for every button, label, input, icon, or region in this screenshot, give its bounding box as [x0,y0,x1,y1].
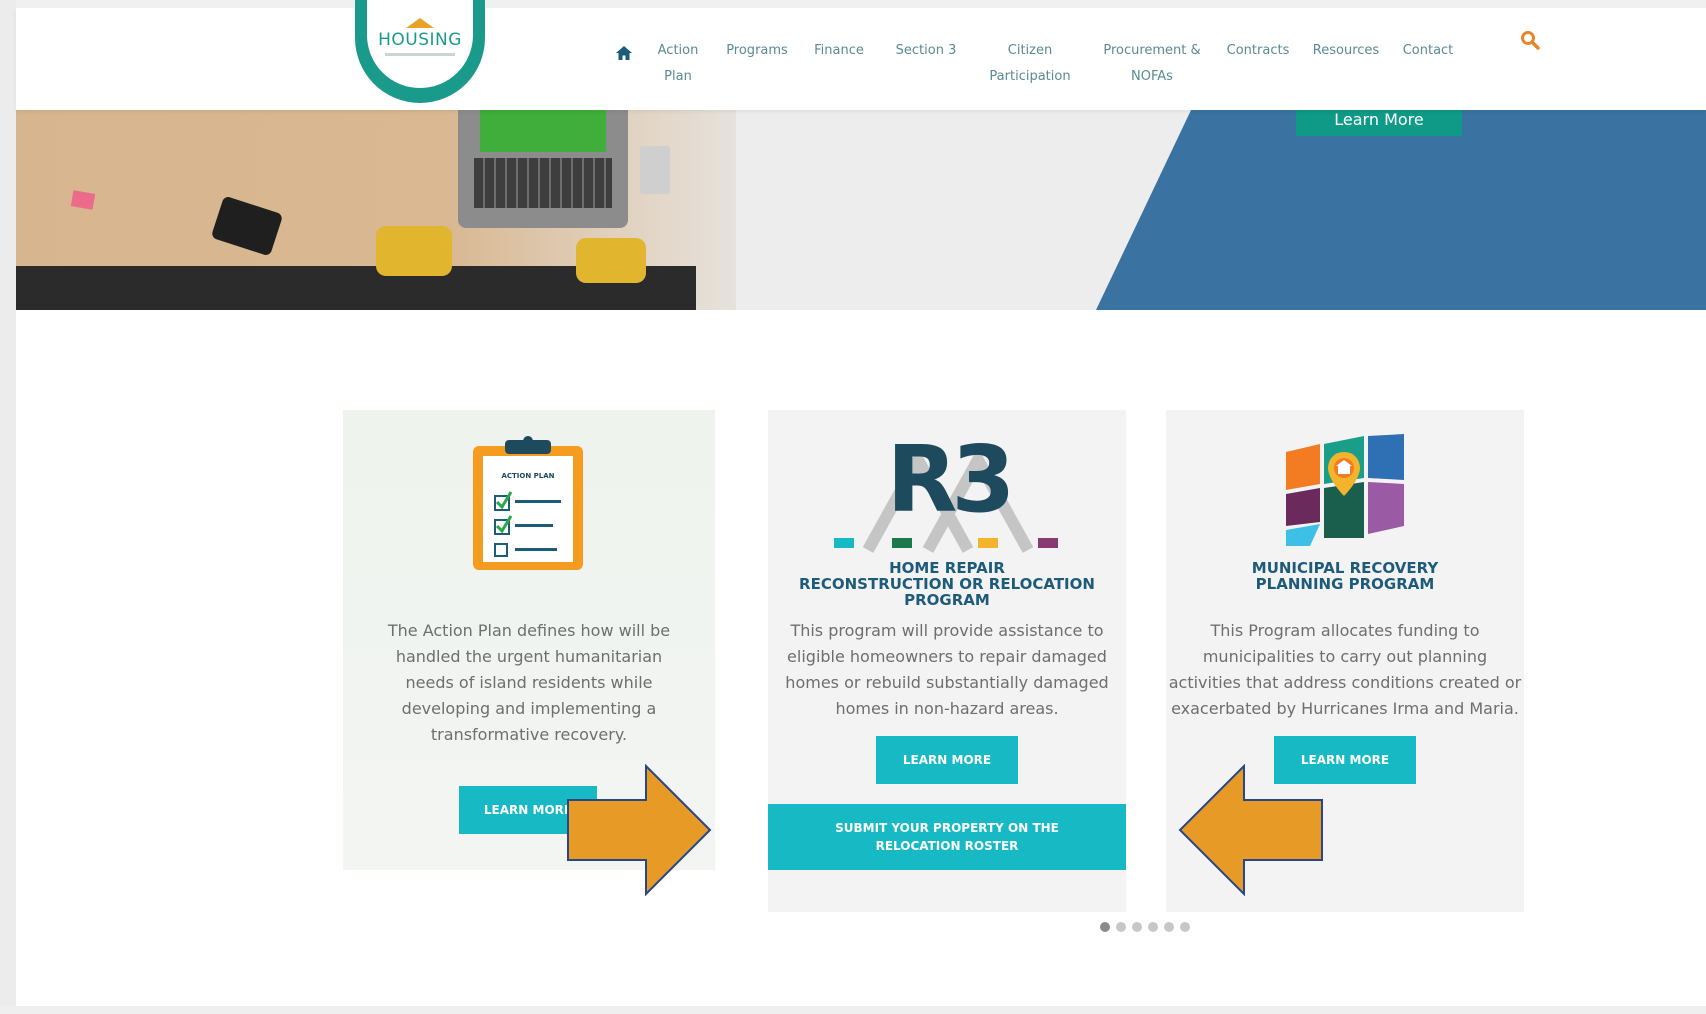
nav-item-section-3[interactable]: Section 3 [890,38,962,64]
site-logo[interactable]: HOUSING [355,0,485,103]
r3-logo-text: R3 [886,426,1016,533]
button-label-line: SUBMIT YOUR PROPERTY ON THE [835,821,1059,835]
submit-property-relocation-roster-button[interactable]: SUBMIT YOUR PROPERTY ON THE RELOCATION R… [768,804,1126,870]
phone-shape [210,195,284,257]
carousel-dot-6[interactable] [1180,922,1190,932]
sleeve-shape-2 [576,238,646,283]
sticky-note [70,190,96,210]
nav-label-line1: Citizen [1007,43,1053,58]
nav-item-resources[interactable]: Resources [1308,38,1384,64]
hero-banner [16,108,1706,310]
learn-more-button[interactable]: LEARN MORE [876,736,1018,784]
nav-item-programs[interactable]: Programs [720,38,794,64]
page-frame-top [0,0,1706,8]
nav-label-line2: Plan [664,69,692,84]
arrow-right-annotation-icon [567,764,712,896]
laptop-screen [480,108,606,152]
carousel-dot-5[interactable] [1164,922,1174,932]
calculator-shape [640,146,670,194]
nav-item-action-plan[interactable]: Action Plan [648,38,708,90]
card-title-line: HOME REPAIR [889,559,1005,577]
page-frame-left [0,0,16,1014]
nav-label-line1: Finance [814,43,864,58]
card-title-line: MUNICIPAL RECOVERY [1251,559,1439,577]
nav-item-contracts[interactable]: Contracts [1220,38,1296,64]
card-description: This Program allocates funding to munici… [1168,621,1522,718]
carousel-dot-4[interactable] [1148,922,1158,932]
nav-item-finance[interactable]: Finance [808,38,870,64]
carousel-dot-1[interactable] [1100,922,1110,932]
laptop-shape [458,108,628,228]
card-description: The Action Plan defines how will be hand… [387,621,671,744]
card-title: MUNICIPAL RECOVERY PLANNING PROGRAM [1166,560,1524,592]
logo-text: HOUSING [378,30,462,50]
nav-item-procurement-nofas[interactable]: Procurement & NOFAs [1094,38,1210,90]
nav-label-line1: Contact [1402,43,1454,58]
carousel-pagination [1100,922,1190,932]
page-frame-bottom [0,1006,1706,1014]
nav-item-citizen-participation[interactable]: Citizen Participation [974,38,1086,90]
card-title-line: PLANNING PROGRAM [1255,575,1435,593]
logo-roof-icon [406,18,434,28]
clipboard-label: ACTION PLAN [501,472,555,480]
site-header: HOUSING Action Plan Programs Finance Sec… [16,0,1706,110]
logo-inner: HOUSING [367,0,473,88]
logo-subtitle-bar [385,53,455,56]
laptop-keyboard [474,158,612,208]
card-r3-program: R3 HOME REPAIR RECONSTRUCTION OR RELOCAT… [768,410,1126,912]
nav-label-line1: Section 3 [895,43,957,58]
clipboard-checklist-icon [473,436,583,570]
nav-label-line1: Procurement & [1103,43,1201,58]
nav-label-line1: Resources [1312,43,1380,58]
municipal-map-icon [1286,434,1404,546]
nav-label-line1: Programs [726,43,788,58]
nav-item-contact[interactable]: Contact [1396,38,1460,64]
card-title-line: PROGRAM [904,591,990,609]
hero-blue-panel [1096,108,1706,310]
carousel-dot-2[interactable] [1116,922,1126,932]
card-title: HOME REPAIR RECONSTRUCTION OR RELOCATION… [768,560,1126,608]
nav-label-line1: Contracts [1226,43,1290,58]
button-label-line: RELOCATION ROSTER [875,839,1019,853]
carousel-dot-3[interactable] [1132,922,1142,932]
search-icon[interactable] [1520,30,1540,50]
arrow-left-annotation-icon [1178,764,1323,896]
hero-photo [16,108,736,310]
home-icon[interactable] [616,46,632,60]
nav-label-line2: NOFAs [1131,69,1173,84]
sleeve-shape [376,226,452,276]
card-title-line: RECONSTRUCTION OR RELOCATION [799,575,1095,593]
card-description: This program will provide assistance to … [785,621,1109,718]
nav-label-line1: Action [657,43,699,58]
nav-label-line2: Participation [989,69,1071,84]
